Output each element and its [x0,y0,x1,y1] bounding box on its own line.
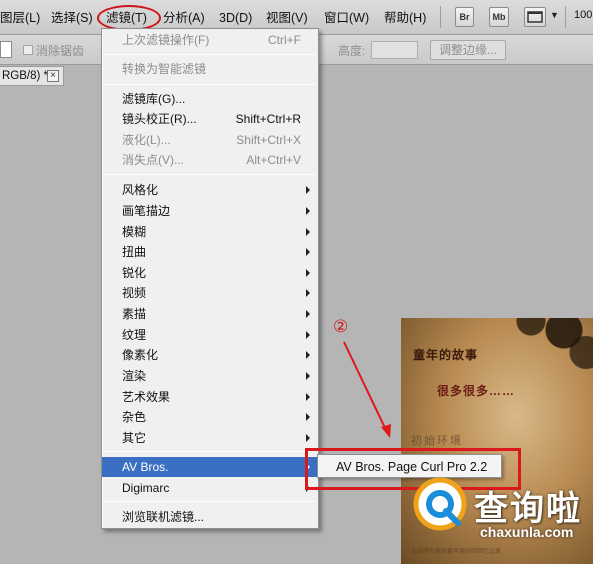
watermark-text: 查询啦 [474,490,582,528]
watermark-logo-icon [413,477,467,531]
watermark-url: chaxunla.com [480,524,574,540]
annotation-arrow [343,341,391,438]
